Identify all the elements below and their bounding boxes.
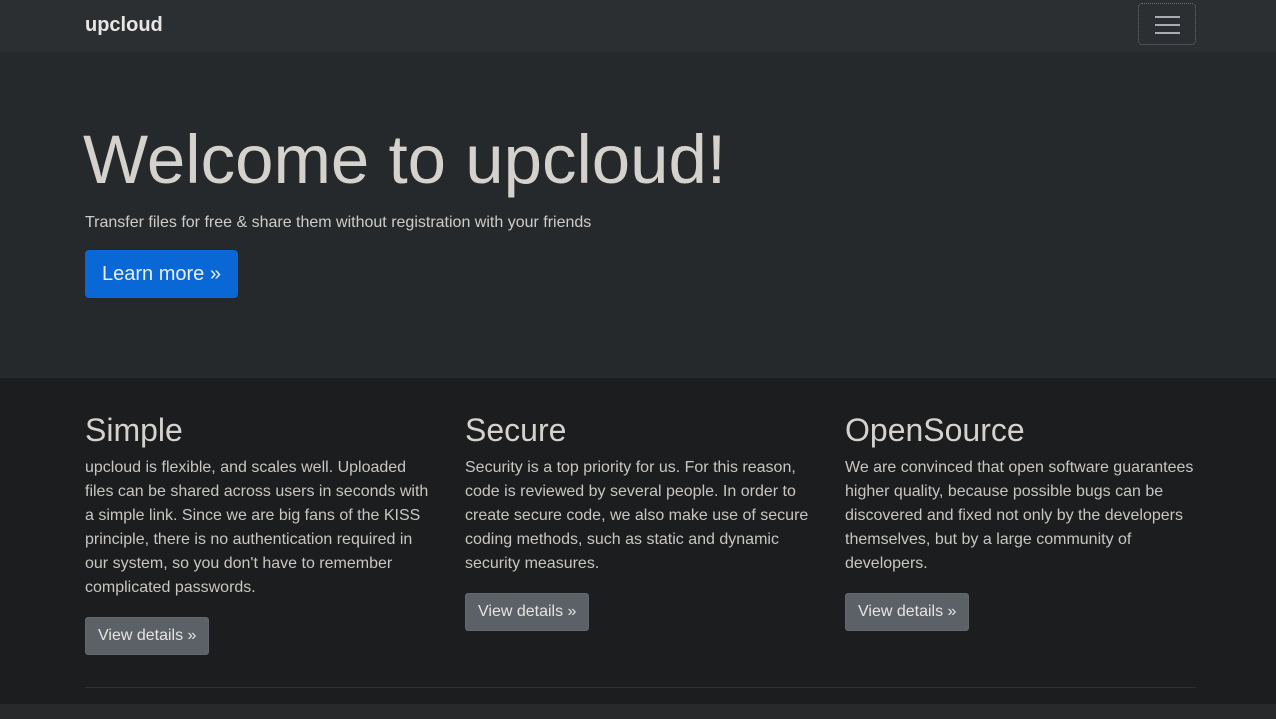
footer xyxy=(0,704,1276,719)
feature-secure: Secure Security is a top priority for us… xyxy=(465,408,815,631)
brand-link[interactable]: upcloud xyxy=(85,13,163,37)
feature-title: Simple xyxy=(85,412,183,448)
feature-text: Security is a top priority for us. For t… xyxy=(465,459,809,572)
hero-title: Welcome to upcloud! xyxy=(83,121,727,198)
feature-title: Secure xyxy=(465,412,567,448)
feature-text: We are convinced that open software guar… xyxy=(845,459,1194,572)
section-divider xyxy=(85,687,1196,688)
hamburger-menu-icon xyxy=(1155,16,1180,18)
feature-title: OpenSource xyxy=(845,412,1025,448)
feature-simple: Simple upcloud is flexible, and scales w… xyxy=(85,408,435,655)
view-details-button[interactable]: View details » xyxy=(465,593,590,631)
feature-text: upcloud is flexible, and scales well. Up… xyxy=(85,459,429,596)
view-details-button[interactable]: View details » xyxy=(85,617,210,655)
hero-subtitle: Transfer files for free & share them wit… xyxy=(85,214,592,231)
hamburger-menu-icon-bar xyxy=(1155,32,1180,34)
feature-opensource: OpenSource We are convinced that open so… xyxy=(845,408,1195,631)
learn-more-button[interactable]: Learn more » xyxy=(85,250,238,298)
navbar-toggle-button[interactable] xyxy=(1138,3,1196,45)
view-details-button[interactable]: View details » xyxy=(845,593,970,631)
hamburger-menu-icon-bar xyxy=(1155,24,1180,26)
hero-section: Welcome to upcloud! Transfer files for f… xyxy=(0,52,1276,378)
navbar: upcloud xyxy=(0,0,1276,52)
